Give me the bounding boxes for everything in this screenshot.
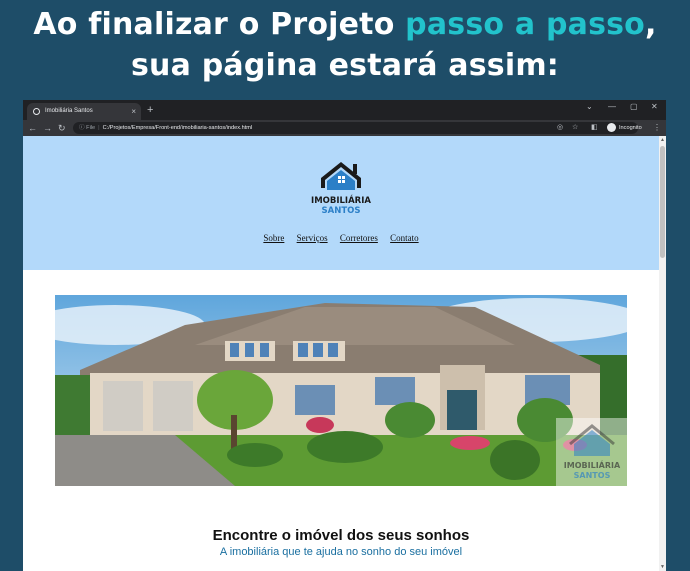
scrollbar-thumb[interactable]: [660, 146, 665, 258]
headline: Ao finalizar o Projeto passo a passo, su…: [0, 4, 690, 86]
logo-text-line1: IMOBILIÁRIA: [311, 194, 371, 206]
nav-link-contato[interactable]: Contato: [390, 233, 419, 243]
sidebar-icon[interactable]: ◧: [591, 122, 598, 134]
nav-link-sobre[interactable]: Sobre: [263, 233, 284, 243]
watermark-house-icon: IMOBILIÁRIA SANTOS: [564, 424, 621, 480]
headline-text: Ao finalizar o Projeto: [33, 7, 406, 42]
reload-icon[interactable]: ↻: [58, 122, 66, 134]
minimize-button[interactable]: —: [608, 102, 616, 111]
headline-highlight: passo a passo: [405, 7, 645, 42]
hero-house-image: [55, 295, 627, 486]
page-subtitle: A imobiliária que te ajuda no sonho do s…: [219, 546, 463, 558]
nav-link-servicos[interactable]: Serviços: [297, 233, 328, 243]
page-title: Encontre o imóvel dos seus sonhos: [212, 527, 470, 544]
forward-arrow-icon[interactable]: →: [43, 122, 52, 134]
site-header: IMOBILIÁRIA SANTOS Sobre Serviços Corret…: [23, 136, 659, 270]
incognito-badge[interactable]: Incognito: [607, 122, 642, 134]
tab-bar: Imobiliária Santos × + ⌄ — ▢ ✕: [23, 100, 666, 120]
incognito-icon: [607, 123, 616, 133]
back-arrow-icon[interactable]: ←: [28, 122, 37, 134]
menu-icon[interactable]: ⋮: [653, 122, 661, 134]
tab-title: Imobiliária Santos: [45, 108, 93, 114]
address-bar: ← → ↻ ⓘ File | C:/Projetos/Empresa/Front-e…: [23, 120, 666, 136]
logo-text-line2: SANTOS: [322, 206, 361, 216]
close-tab-icon[interactable]: ×: [131, 103, 136, 120]
url-field[interactable]: ⓘ File | C:/Projetos/Empresa/Front-end/imo…: [73, 122, 638, 134]
restore-button[interactable]: ▢: [630, 102, 638, 111]
logo: IMOBILIÁRIA SANTOS: [311, 162, 371, 216]
eye-off-icon[interactable]: ◎: [557, 122, 563, 134]
star-icon[interactable]: ☆: [572, 122, 578, 134]
scroll-down-icon[interactable]: ▼: [660, 564, 665, 570]
browser-tab[interactable]: Imobiliária Santos ×: [27, 103, 141, 120]
scroll-up-icon[interactable]: ▲: [660, 137, 665, 143]
watermark-text-line1: IMOBILIÁRIA: [564, 459, 621, 470]
url-text: C:/Projetos/Empresa/Front-end/imobiliari…: [102, 125, 253, 131]
url-info: ⓘ File: [79, 125, 96, 131]
incognito-label: Incognito: [619, 125, 642, 131]
scrollbar[interactable]: ▲ ▼: [659, 136, 666, 571]
new-tab-button[interactable]: +: [147, 103, 153, 117]
headline-comma: ,: [645, 7, 657, 42]
watermark-logo: IMOBILIÁRIA SANTOS: [556, 418, 628, 486]
browser-window: Imobiliária Santos × + ⌄ — ▢ ✕ ← → ↻ ⓘ F…: [23, 100, 666, 571]
page-viewport: IMOBILIÁRIA SANTOS Sobre Serviços Corret…: [23, 136, 666, 571]
headline-line2: sua página estará assim:: [131, 48, 559, 83]
tab-search-icon[interactable]: ⌄: [586, 102, 593, 111]
watermark-text-line2: SANTOS: [574, 471, 611, 480]
close-window-button[interactable]: ✕: [651, 102, 658, 111]
site-nav: Sobre Serviços Corretores Contato: [23, 233, 659, 243]
nav-link-corretores[interactable]: Corretores: [340, 233, 378, 243]
globe-icon: [33, 108, 40, 115]
